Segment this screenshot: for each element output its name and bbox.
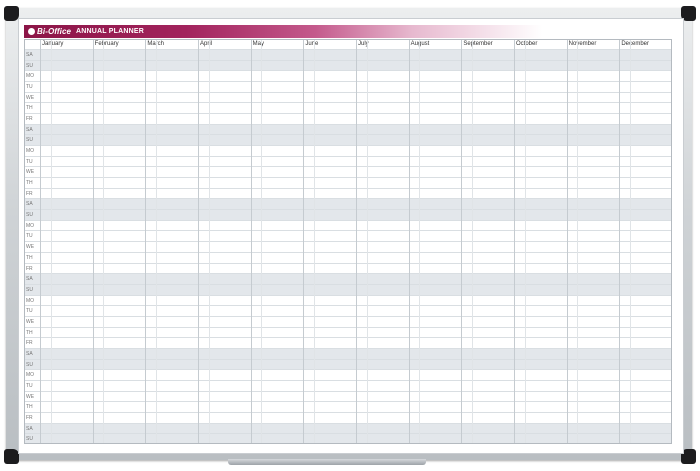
day-row: WE bbox=[24, 166, 672, 177]
month-header: November bbox=[568, 41, 597, 47]
frame-corner-top-left bbox=[4, 6, 19, 21]
day-row: TU bbox=[24, 305, 672, 316]
month-subcolumn-divider bbox=[50, 39, 52, 444]
day-row: SU bbox=[24, 283, 672, 295]
day-label: SU bbox=[26, 436, 33, 443]
day-row: SA bbox=[24, 198, 672, 210]
month-subcolumn-divider bbox=[261, 39, 263, 444]
day-row: TU bbox=[24, 230, 672, 241]
month-header: December bbox=[621, 41, 650, 47]
brand-logo-icon bbox=[28, 28, 35, 35]
month-header: September bbox=[463, 41, 493, 47]
day-row: SA bbox=[24, 123, 672, 135]
planner-banner: Bi-Office ANNUAL PLANNER bbox=[24, 25, 672, 38]
day-row: WE bbox=[24, 241, 672, 252]
month-column-divider bbox=[303, 39, 305, 444]
month-subcolumn-divider bbox=[208, 39, 210, 444]
month-header: May bbox=[252, 41, 264, 47]
month-subcolumn-divider bbox=[629, 39, 631, 444]
day-row: TH bbox=[24, 177, 672, 188]
month-subcolumn-divider bbox=[419, 39, 421, 444]
month-header: February bbox=[94, 41, 119, 47]
month-header: April bbox=[200, 41, 213, 47]
month-subcolumn-divider bbox=[577, 39, 579, 444]
month-column-divider bbox=[514, 39, 515, 444]
month-subcolumn-divider bbox=[524, 39, 526, 444]
day-row: SU bbox=[24, 59, 672, 71]
label-column-divider bbox=[40, 39, 41, 444]
day-row: WE bbox=[24, 390, 672, 402]
month-header: March bbox=[145, 39, 198, 49]
day-row: SA bbox=[24, 49, 672, 60]
month-column-divider bbox=[250, 39, 252, 444]
day-row: SU bbox=[24, 358, 672, 370]
day-row: FR bbox=[24, 113, 672, 124]
day-row: WE bbox=[24, 91, 672, 103]
day-row: SA bbox=[24, 422, 672, 434]
month-header: August bbox=[409, 39, 462, 49]
day-row: MO bbox=[24, 145, 672, 156]
planner-grid: January February MarchApril May June July Augu… bbox=[24, 39, 672, 444]
month-subcolumn-divider bbox=[313, 39, 315, 444]
day-row: TU bbox=[24, 155, 672, 167]
day-row: FR bbox=[24, 262, 672, 274]
month-header-row: January February MarchApril May June July Augu… bbox=[24, 39, 672, 49]
day-row: FR bbox=[24, 411, 672, 423]
frame-corner-bottom-left bbox=[4, 449, 19, 464]
month-header: July bbox=[358, 41, 369, 47]
day-row: SU bbox=[24, 209, 672, 220]
month-column-divider bbox=[566, 39, 568, 444]
day-row: WE bbox=[24, 315, 672, 327]
month-subcolumn-divider bbox=[366, 39, 368, 444]
day-row: TU bbox=[24, 379, 672, 391]
day-row: FR bbox=[24, 337, 672, 348]
day-row: MO bbox=[24, 70, 672, 81]
day-row: TH bbox=[24, 102, 672, 113]
day-row: TU bbox=[24, 81, 672, 92]
day-row: MO bbox=[24, 219, 672, 231]
month-header: October bbox=[516, 41, 538, 47]
month-header: January bbox=[42, 41, 64, 47]
day-row: MO bbox=[24, 369, 672, 380]
month-column-divider bbox=[408, 39, 410, 444]
month-column-divider bbox=[198, 39, 199, 444]
month-column-divider bbox=[619, 39, 621, 444]
month-column-divider bbox=[356, 39, 357, 444]
planner-title: ANNUAL PLANNER bbox=[76, 28, 145, 35]
brand-name: Bi-Office bbox=[37, 27, 72, 36]
day-row: SU bbox=[24, 134, 672, 146]
day-row: SA bbox=[24, 273, 672, 284]
day-row: TH bbox=[24, 326, 672, 338]
day-row: TH bbox=[24, 401, 672, 412]
month-column-divider bbox=[145, 39, 147, 444]
month-subcolumn-divider bbox=[103, 39, 105, 444]
month-column-divider bbox=[92, 39, 94, 444]
month-subcolumn-divider bbox=[155, 39, 157, 444]
day-row: SA bbox=[24, 347, 672, 359]
month-header: June bbox=[305, 41, 319, 47]
day-row: FR bbox=[24, 187, 672, 199]
day-row: MO bbox=[24, 294, 672, 306]
month-column-divider bbox=[461, 39, 463, 444]
day-row: TH bbox=[24, 251, 672, 263]
pen-tray bbox=[228, 459, 426, 465]
day-row: SU bbox=[24, 433, 672, 444]
month-subcolumn-divider bbox=[471, 39, 473, 444]
